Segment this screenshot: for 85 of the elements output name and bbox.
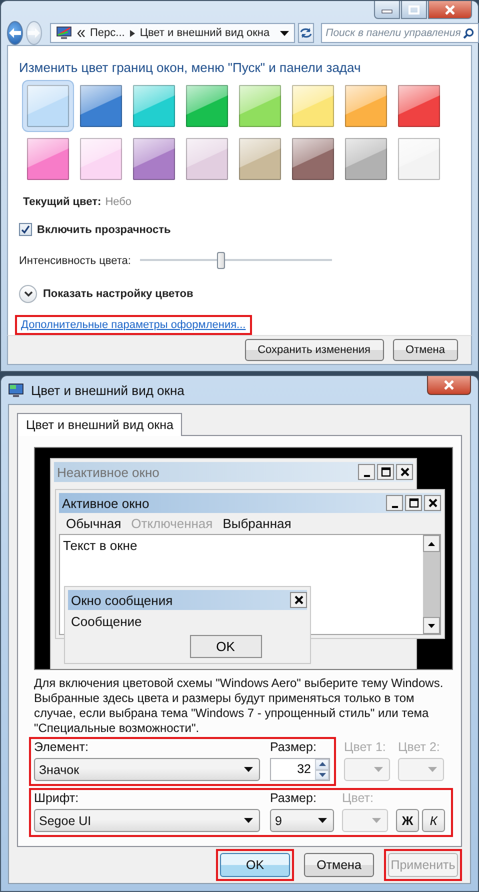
close-icon	[400, 467, 410, 477]
field-label: Размер:	[270, 791, 318, 806]
caret-icon	[244, 818, 253, 823]
field-label: Цвет:	[342, 791, 374, 806]
window-title: Окно сообщения	[71, 592, 174, 608]
font-dropdown[interactable]: Segoe UI	[34, 809, 260, 832]
chevron-double-icon	[77, 30, 85, 37]
size-dropdown[interactable]: 9	[270, 809, 334, 832]
spin-down-button[interactable]	[315, 770, 329, 780]
arrow-down-icon	[428, 624, 435, 628]
maximize-icon	[408, 4, 420, 14]
caret-icon	[280, 30, 289, 36]
window-title: Неактивное окно	[57, 464, 160, 480]
close-icon	[428, 498, 438, 508]
close-button[interactable]	[290, 592, 307, 608]
arrow-right-icon	[27, 27, 41, 40]
display-icon	[8, 382, 24, 398]
dialog-button[interactable]: Отмена	[392, 339, 458, 362]
tab[interactable]: Цвет и внешний вид окна	[17, 413, 182, 436]
expand-button[interactable]	[19, 285, 37, 304]
close-icon	[294, 595, 304, 605]
color-swatch[interactable]	[23, 81, 73, 132]
refresh-button[interactable]	[298, 23, 314, 44]
field-label: Элемент:	[34, 740, 90, 755]
checkbox[interactable]	[19, 223, 32, 236]
close-button[interactable]	[424, 495, 441, 511]
arrow-up-icon	[318, 762, 326, 766]
current-color-label: Текущий цвет:	[23, 196, 102, 208]
ok-button[interactable]: OK	[190, 635, 262, 658]
advanced-settings-link[interactable]: Дополнительные параметры оформления...	[21, 319, 246, 332]
field-label: Цвет 2:	[398, 740, 441, 755]
field-label: Цвет 1:	[344, 740, 387, 755]
slider-thumb[interactable]	[216, 252, 225, 270]
field-label: Размер:	[270, 740, 318, 755]
window-title: Цвет и внешний вид окна	[31, 382, 186, 398]
checkbox-label[interactable]: Включить прозрачность	[37, 224, 171, 236]
caret-icon	[244, 767, 253, 772]
scroll-down-button[interactable]	[423, 617, 440, 634]
scrollbar[interactable]	[423, 535, 440, 634]
minimize-icon	[364, 474, 370, 476]
current-color-value: Небо	[105, 196, 132, 208]
maximize-button[interactable]	[405, 495, 422, 511]
spin-up-button[interactable]	[315, 759, 329, 770]
slider-label: Интенсивность цвета:	[19, 254, 131, 267]
dialog-button[interactable]: OK	[220, 853, 290, 877]
arrow-down-icon	[318, 772, 326, 777]
page-heading: Изменить цвет границ окон, меню "Пуск" и панели задач	[19, 60, 362, 76]
field-label: Шрифт:	[34, 791, 80, 806]
menu-item[interactable]: Обычная	[66, 516, 122, 530]
caret-icon	[428, 767, 437, 772]
bold-button[interactable]: Ж	[396, 809, 419, 832]
search-icon[interactable]	[462, 28, 474, 39]
caret-icon	[318, 818, 327, 823]
dialog-button[interactable]: Сохранить изменения	[244, 339, 384, 362]
chevron-right-icon	[130, 30, 135, 37]
window-text: Текст в окне	[62, 537, 138, 555]
monitor-icon	[56, 26, 72, 40]
expander-label[interactable]: Показать настройку цветов	[43, 288, 194, 300]
address-bar[interactable]: Перс... Цвет и внешний вид окна	[50, 23, 295, 44]
menu-item[interactable]: Выбранная	[222, 516, 292, 530]
minimize-icon	[392, 506, 398, 508]
arrow-up-icon	[428, 542, 435, 546]
window-title: Активное окно	[62, 496, 150, 510]
description-text: Для включения цветовой схемы "Windows Aero" выберите тему Windows. Выбранные здесь цвета и размеры будут применяться только в том случае, если выбрана тема "Windows 7 - упрощенный стиль" или тема "Специальные возможности".	[34, 676, 444, 736]
back-button[interactable]	[7, 21, 23, 46]
close-icon	[444, 4, 456, 14]
italic-button[interactable]: К	[422, 809, 445, 832]
refresh-icon	[298, 27, 313, 40]
arrow-left-icon	[8, 27, 22, 40]
breadcrumb[interactable]: Перс...	[90, 27, 125, 40]
scroll-up-button[interactable]	[423, 535, 440, 552]
close-icon	[443, 380, 455, 390]
dialog-button[interactable]: Отмена	[304, 853, 374, 877]
size-spin-box[interactable]: 32	[270, 758, 330, 781]
maximize-icon	[380, 467, 390, 477]
search-field[interactable]: Поиск в панели управления	[320, 23, 479, 44]
caret-icon	[374, 767, 383, 772]
minimize-button[interactable]	[386, 495, 403, 511]
chevron-icon	[24, 291, 32, 298]
maximize-icon	[408, 498, 418, 508]
message-text: Сообщение	[70, 613, 143, 631]
caret-icon	[372, 818, 381, 823]
element-dropdown[interactable]: Значок	[34, 758, 260, 781]
breadcrumb[interactable]: Цвет и внешний вид окна	[140, 27, 270, 40]
close-button[interactable]	[427, 376, 471, 395]
